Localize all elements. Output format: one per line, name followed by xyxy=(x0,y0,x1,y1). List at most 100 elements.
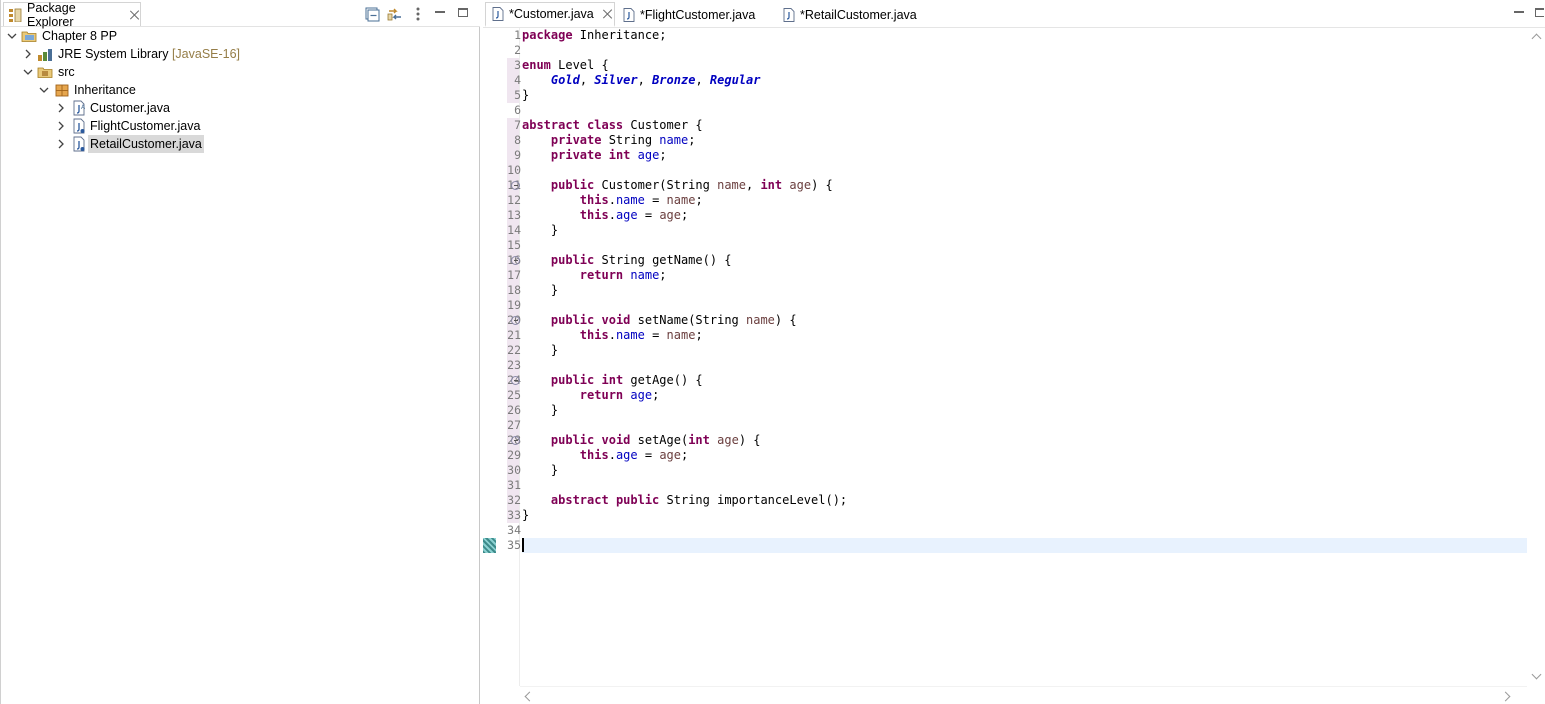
line-number: 9 xyxy=(514,148,521,162)
code-editor-area[interactable]: package Inheritance; enum Level { Gold, S… xyxy=(522,28,1527,686)
text-caret xyxy=(522,538,524,552)
chevron-right-icon[interactable] xyxy=(56,103,66,113)
scroll-left-icon[interactable] xyxy=(524,691,535,702)
minimize-icon[interactable] xyxy=(1514,11,1524,13)
package-icon xyxy=(55,84,69,97)
tree-item-label: Customer.java xyxy=(90,101,170,115)
code-line[interactable]: abstract public String importanceLevel()… xyxy=(522,493,1527,508)
code-line[interactable]: } xyxy=(522,88,1527,103)
tree-item-src[interactable]: src xyxy=(1,63,480,81)
java-file-icon xyxy=(492,7,504,21)
fold-collapse-icon[interactable] xyxy=(511,316,520,325)
line-number: 21 xyxy=(507,328,521,342)
line-number-ruler[interactable]: 1 2 3 4 5 6 7 8 9 10 11 12 13 14 15 16 17 18 19 20 21 22 23 24 2… xyxy=(483,28,521,686)
project-icon xyxy=(21,31,37,42)
collapse-all-icon[interactable] xyxy=(364,6,380,22)
tree-item-flightcustomer-java[interactable]: FlightCustomer.java xyxy=(1,117,480,135)
code-line[interactable] xyxy=(522,358,1527,373)
chevron-down-icon[interactable] xyxy=(7,31,17,41)
tab-flightcustomer-java[interactable]: *FlightCustomer.java xyxy=(617,2,777,27)
code-line[interactable]: public void setAge(int age) { xyxy=(522,433,1527,448)
code-line[interactable] xyxy=(522,418,1527,433)
tree-item-package-inheritance[interactable]: Inheritance xyxy=(1,81,480,99)
code-line[interactable]: } xyxy=(522,223,1527,238)
code-line[interactable]: this.name = name; xyxy=(522,328,1527,343)
code-line[interactable]: } xyxy=(522,463,1527,478)
library-icon xyxy=(38,49,52,61)
fold-collapse-icon[interactable] xyxy=(511,376,520,385)
code-line[interactable]: return age; xyxy=(522,388,1527,403)
tree-item-project[interactable]: Chapter 8 PP xyxy=(1,27,480,45)
code-line[interactable] xyxy=(522,163,1527,178)
code-line[interactable] xyxy=(522,238,1527,253)
maximize-icon[interactable] xyxy=(1535,8,1544,17)
code-line[interactable] xyxy=(522,523,1527,538)
chevron-down-icon[interactable] xyxy=(23,67,33,77)
horizontal-scrollbar[interactable] xyxy=(520,686,1527,704)
code-line[interactable]: public String getName() { xyxy=(522,253,1527,268)
scroll-right-icon[interactable] xyxy=(1500,691,1511,702)
tab-package-explorer[interactable]: Package Explorer xyxy=(3,1,141,29)
tree-item-label: src xyxy=(58,65,75,79)
tab-label: *Customer.java xyxy=(509,7,594,21)
line-number: 10 xyxy=(507,163,521,177)
line-number: 25 xyxy=(507,388,521,402)
code-line[interactable]: } xyxy=(522,343,1527,358)
line-number: 8 xyxy=(514,133,521,147)
tree-item-label: FlightCustomer.java xyxy=(90,119,201,133)
code-line[interactable] xyxy=(522,298,1527,313)
tree-item-customer-java[interactable]: A Customer.java xyxy=(1,99,480,117)
line-number: 27 xyxy=(507,418,521,432)
chevron-right-icon[interactable] xyxy=(56,139,66,149)
code-line[interactable]: this.age = age; xyxy=(522,208,1527,223)
tab-retailcustomer-java[interactable]: *RetailCustomer.java xyxy=(777,2,937,27)
minimize-icon[interactable] xyxy=(435,11,445,13)
chevron-right-icon[interactable] xyxy=(56,121,66,131)
code-line[interactable] xyxy=(522,43,1527,58)
view-menu-icon[interactable] xyxy=(410,6,426,22)
code-line[interactable]: } xyxy=(522,508,1527,523)
tab-label: *RetailCustomer.java xyxy=(800,7,917,22)
tree-item-jre-library[interactable]: JRE System Library [JavaSE-16] xyxy=(1,45,480,63)
link-with-editor-icon[interactable] xyxy=(387,6,403,22)
line-number: 23 xyxy=(507,358,521,372)
line-number: 17 xyxy=(507,268,521,282)
line-number: 7 xyxy=(514,118,521,132)
close-icon[interactable] xyxy=(130,10,140,20)
tree-item-decoration: [JavaSE-16] xyxy=(171,47,241,61)
line-number: 14 xyxy=(507,223,521,237)
close-icon[interactable] xyxy=(603,9,613,19)
code-line[interactable]: this.name = name; xyxy=(522,193,1527,208)
tree-item-label: Inheritance xyxy=(74,83,136,97)
code-line[interactable]: private int age; xyxy=(522,148,1527,163)
code-line[interactable] xyxy=(522,478,1527,493)
scroll-down-icon[interactable] xyxy=(1531,669,1542,680)
code-line[interactable]: public void setName(String name) { xyxy=(522,313,1527,328)
java-file-icon xyxy=(623,7,635,22)
code-line[interactable]: abstract class Customer { xyxy=(522,118,1527,133)
code-line[interactable]: enum Level { xyxy=(522,58,1527,73)
code-line[interactable] xyxy=(522,103,1527,118)
code-line[interactable]: Gold, Silver, Bronze, Regular xyxy=(522,73,1527,88)
fold-collapse-icon[interactable] xyxy=(511,181,520,190)
code-line[interactable]: } xyxy=(522,403,1527,418)
scroll-up-icon[interactable] xyxy=(1531,33,1542,44)
code-line[interactable]: public Customer(String name, int age) { xyxy=(522,178,1527,193)
code-line[interactable]: this.age = age; xyxy=(522,448,1527,463)
line-number: 12 xyxy=(507,193,521,207)
tab-customer-java[interactable]: *Customer.java xyxy=(485,2,615,27)
code-line[interactable] xyxy=(522,538,1527,553)
fold-collapse-icon[interactable] xyxy=(511,256,520,265)
code-line[interactable]: public int getAge() { xyxy=(522,373,1527,388)
code-line[interactable]: } xyxy=(522,283,1527,298)
code-line[interactable]: return name; xyxy=(522,268,1527,283)
code-line[interactable]: private String name; xyxy=(522,133,1527,148)
chevron-down-icon[interactable] xyxy=(39,85,49,95)
code-line[interactable]: package Inheritance; xyxy=(522,28,1527,43)
fold-collapse-icon[interactable] xyxy=(511,436,520,445)
tree-item-retailcustomer-java[interactable]: RetailCustomer.java xyxy=(1,135,480,153)
chevron-right-icon[interactable] xyxy=(23,49,33,59)
vertical-scrollbar[interactable] xyxy=(1527,28,1545,686)
source-folder-icon xyxy=(37,67,53,78)
maximize-icon[interactable] xyxy=(458,8,468,17)
